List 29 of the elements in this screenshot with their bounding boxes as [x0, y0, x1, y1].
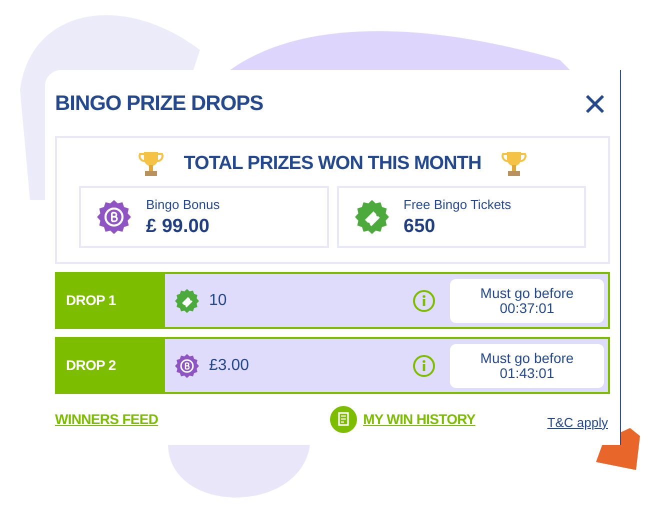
terms-link[interactable]: T&C apply	[547, 412, 608, 432]
winners-feed-link[interactable]: WINNERS FEED	[55, 409, 158, 430]
close-icon	[585, 94, 605, 114]
drop-amount: £3.00	[209, 356, 250, 376]
bonus-badge-icon	[175, 354, 199, 378]
info-icon	[422, 295, 426, 306]
trophy-icon	[501, 150, 528, 178]
prize-label: Bingo Bonus	[146, 196, 220, 214]
deadline-label: Must go before	[480, 286, 574, 300]
deadline-label: Must go before	[480, 350, 574, 366]
info-button[interactable]	[413, 354, 435, 376]
ticket-badge-icon	[354, 200, 388, 234]
drop-label: DROP 1	[57, 274, 165, 327]
prize-value: 650	[404, 214, 436, 239]
deadline-time: 00:37:01	[500, 300, 554, 316]
win-history-link[interactable]: MY WIN HISTORY	[330, 406, 476, 433]
info-icon	[422, 360, 426, 371]
bonus-badge-icon	[97, 200, 131, 234]
prize-label: Free Bingo Tickets	[404, 196, 512, 214]
trophy-icon	[138, 150, 164, 178]
dialog-title: BINGO PRIZE DROPS	[55, 91, 264, 117]
prize-value: £ 99.00	[146, 214, 210, 239]
deadline-time: 01:43:01	[500, 366, 554, 380]
ticket-badge-icon	[175, 288, 199, 312]
drop-amount: 10	[209, 290, 227, 310]
scroll-icon	[330, 406, 358, 433]
drop-label: DROP 2	[57, 339, 165, 392]
totals-heading: TOTAL PRIZES WON THIS MONTH	[184, 152, 482, 176]
info-button[interactable]	[413, 290, 435, 312]
